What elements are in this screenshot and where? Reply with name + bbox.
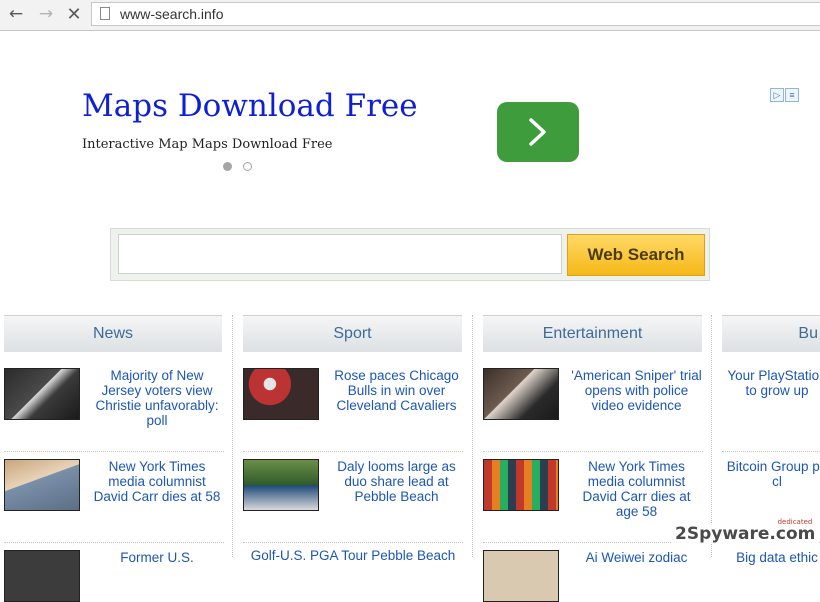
sport-thumbnail[interactable]: [243, 459, 319, 511]
business-column-title: Bu: [798, 325, 818, 342]
news-thumbnail[interactable]: [4, 459, 80, 511]
column-divider: [711, 315, 712, 557]
site-watermark: 2Spyware.com dedicated: [672, 518, 819, 544]
ad-go-button[interactable]: [497, 102, 579, 162]
sport-column-header[interactable]: Sport: [243, 315, 462, 352]
adchoices-icon[interactable]: ▷ ≡: [770, 88, 802, 103]
entertainment-headline[interactable]: Ai Weiwei zodiac: [570, 550, 703, 565]
entertainment-thumbnail[interactable]: [483, 550, 559, 602]
sport-thumbnail[interactable]: [243, 368, 319, 420]
news-column-header[interactable]: News: [4, 315, 222, 352]
ad-title[interactable]: Maps Download Free: [82, 88, 418, 124]
browser-toolbar: ← → ✕ www-search.info: [0, 0, 820, 31]
news-headline[interactable]: Majority of New Jersey voters view Chris…: [90, 368, 224, 428]
sport-headline[interactable]: Golf-U.S. PGA Tour Pebble Beach: [243, 548, 463, 563]
row-divider: [243, 542, 463, 543]
stop-loading-icon[interactable]: ✕: [62, 3, 86, 25]
entertainment-thumbnail[interactable]: [483, 459, 559, 511]
column-divider: [232, 315, 233, 557]
forward-arrow-icon[interactable]: →: [34, 3, 58, 25]
entertainment-headline[interactable]: 'American Sniper' trial opens with polic…: [570, 368, 703, 413]
watermark-tag: dedicated: [777, 518, 813, 526]
address-bar-url: www-search.info: [120, 6, 224, 22]
back-arrow-icon[interactable]: ←: [4, 3, 28, 25]
news-thumbnail[interactable]: [4, 550, 80, 602]
sport-headline[interactable]: Daly looms large as duo share lead at Pe…: [330, 459, 463, 504]
row-divider: [483, 451, 703, 452]
web-search-button[interactable]: Web Search: [567, 234, 705, 276]
search-box: Web Search: [110, 228, 710, 281]
entertainment-headline[interactable]: New York Times media columnist David Car…: [570, 459, 703, 519]
row-divider: [4, 451, 224, 452]
entertainment-column-header[interactable]: Entertainment: [483, 315, 702, 352]
row-divider: [243, 451, 463, 452]
business-headline[interactable]: Big data ethic: [722, 550, 820, 565]
row-divider: [722, 451, 820, 452]
business-column-header[interactable]: Bu: [722, 315, 820, 352]
column-divider: [472, 315, 473, 557]
page-icon: [100, 7, 110, 20]
ad-subtitle: Interactive Map Maps Download Free: [82, 137, 333, 152]
business-headline[interactable]: Your PlayStation to grow up: [722, 368, 820, 398]
entertainment-thumbnail[interactable]: [483, 368, 559, 420]
row-divider: [483, 542, 703, 543]
chevron-right-icon: [529, 118, 546, 146]
row-divider: [4, 542, 224, 543]
sport-headline[interactable]: Rose paces Chicago Bulls in win over Cle…: [330, 368, 463, 413]
news-thumbnail[interactable]: [4, 368, 80, 420]
search-input[interactable]: [118, 234, 562, 274]
address-bar[interactable]: www-search.info: [91, 2, 820, 26]
carousel-dot-active[interactable]: [223, 162, 232, 171]
news-headline[interactable]: New York Times media columnist David Car…: [90, 459, 224, 504]
business-headline[interactable]: Bitcoin Group pu cl: [722, 459, 820, 489]
carousel-dot[interactable]: [243, 162, 252, 171]
watermark-text: 2Spyware.com: [675, 524, 816, 544]
news-headline[interactable]: Former U.S.: [90, 550, 224, 565]
